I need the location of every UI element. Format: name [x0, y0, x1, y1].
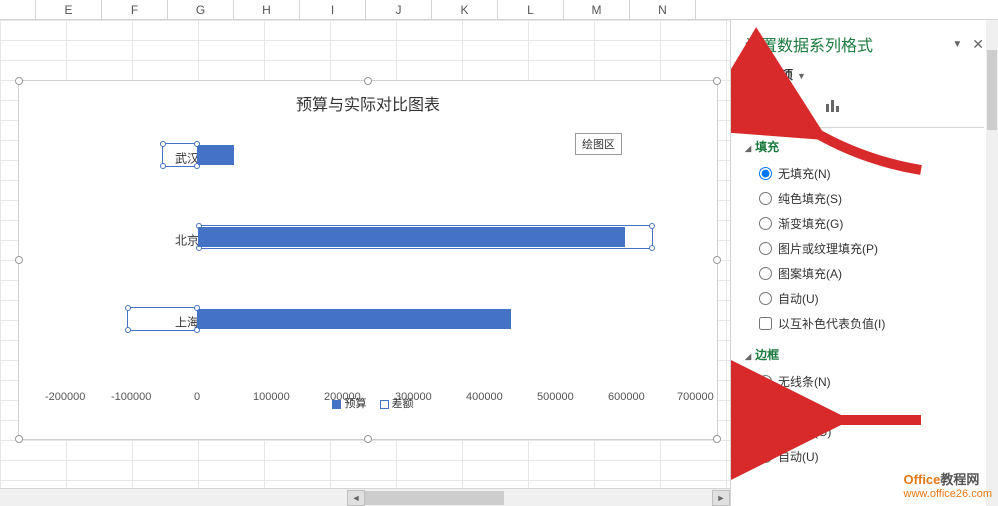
border-solid-label[interactable]: 实线(S): [778, 398, 818, 415]
col-N[interactable]: N: [630, 0, 696, 19]
worksheet-area[interactable]: 预算与实际对比图表 武汉: [0, 20, 730, 506]
resize-handle[interactable]: [364, 435, 372, 443]
xtick: 0: [194, 391, 200, 403]
fill-pattern-radio[interactable]: [759, 267, 772, 280]
panel-subtitle[interactable]: 系列选项▼: [745, 66, 984, 89]
col-K[interactable]: K: [432, 0, 498, 19]
panel-title: 设置数据系列格式: [745, 32, 873, 56]
col-E[interactable]: E: [36, 0, 102, 19]
fill-gradient-radio[interactable]: [759, 217, 772, 230]
invert-negative-label[interactable]: 以互补色代表负值(I): [778, 315, 885, 332]
resize-handle[interactable]: [15, 256, 23, 264]
border-auto-label[interactable]: 自动(U): [778, 448, 819, 465]
resize-handle[interactable]: [713, 435, 721, 443]
category-label: 北京: [149, 232, 199, 249]
col-spacer: [0, 0, 36, 19]
xtick: -100000: [111, 391, 151, 403]
col-H[interactable]: H: [234, 0, 300, 19]
fill-picture-label[interactable]: 图片或纹理填充(P): [778, 240, 878, 257]
scroll-right-button[interactable]: ►: [712, 490, 730, 506]
scroll-left-button[interactable]: ◄: [347, 490, 365, 506]
panel-dropdown-icon[interactable]: ▼: [952, 39, 962, 50]
xtick: 400000: [466, 391, 503, 403]
xtick: 500000: [537, 391, 574, 403]
border-none-label[interactable]: 无线条(N): [778, 373, 831, 390]
col-J[interactable]: J: [366, 0, 432, 19]
bar-diff-wuhan[interactable]: [162, 143, 198, 167]
fill-picture-radio[interactable]: [759, 242, 772, 255]
invert-negative-checkbox[interactable]: [759, 317, 772, 330]
xtick: 600000: [608, 391, 645, 403]
section-fill[interactable]: 填充: [745, 138, 984, 161]
fill-auto-radio[interactable]: [759, 292, 772, 305]
horizontal-scrollbar[interactable]: ◄ ►: [0, 488, 730, 506]
scroll-track[interactable]: [365, 490, 712, 506]
chart-object[interactable]: 预算与实际对比图表 武汉: [18, 80, 718, 440]
border-gradient-label[interactable]: 渐变线(G): [778, 423, 831, 440]
fill-none-label[interactable]: 无填充(N): [778, 165, 831, 182]
xtick: 300000: [395, 391, 432, 403]
section-border[interactable]: 边框: [745, 346, 984, 369]
resize-handle[interactable]: [15, 77, 23, 85]
scroll-thumb[interactable]: [365, 491, 504, 505]
bar-budget-beijing[interactable]: [198, 227, 625, 247]
chart-title[interactable]: 预算与实际对比图表: [19, 81, 717, 121]
col-I[interactable]: I: [300, 0, 366, 19]
border-none-radio[interactable]: [759, 375, 772, 388]
fill-auto-label[interactable]: 自动(U): [778, 290, 819, 307]
fill-none-radio[interactable]: [759, 167, 772, 180]
border-solid-radio[interactable]: [759, 400, 772, 413]
resize-handle[interactable]: [713, 256, 721, 264]
resize-handle[interactable]: [364, 77, 372, 85]
resize-handle[interactable]: [713, 77, 721, 85]
fill-pattern-label[interactable]: 图案填充(A): [778, 265, 842, 282]
xtick: 700000: [677, 391, 714, 403]
col-G[interactable]: G: [168, 0, 234, 19]
watermark: Office教程网 www.office26.com: [904, 469, 992, 500]
column-headers: E F G H I J K L M N: [0, 0, 998, 20]
bar-diff-shanghai[interactable]: [127, 307, 198, 331]
border-auto-radio[interactable]: [759, 450, 772, 463]
border-gradient-radio[interactable]: [759, 425, 772, 438]
col-L[interactable]: L: [498, 0, 564, 19]
close-icon[interactable]: ✕: [972, 36, 984, 53]
effects-icon[interactable]: [783, 93, 807, 117]
xtick: -200000: [45, 391, 85, 403]
col-M[interactable]: M: [564, 0, 630, 19]
format-pane: 设置数据系列格式 ▼ ✕ 系列选项▼ 填充 无填充(N) 纯色填充(S) 渐变填…: [730, 20, 998, 506]
xtick: 200000: [324, 391, 361, 403]
col-F[interactable]: F: [102, 0, 168, 19]
fill-gradient-label[interactable]: 渐变填充(G): [778, 215, 843, 232]
fill-solid-radio[interactable]: [759, 192, 772, 205]
panel-scrollbar[interactable]: [986, 20, 998, 506]
legend-swatch-diff: [380, 400, 389, 409]
bar-budget-shanghai[interactable]: [198, 309, 511, 329]
bar-budget-wuhan[interactable]: [198, 145, 234, 165]
fill-solid-label[interactable]: 纯色填充(S): [778, 190, 842, 207]
scrollbar-thumb[interactable]: [987, 50, 997, 130]
fill-line-icon[interactable]: [745, 93, 769, 117]
xtick: 100000: [253, 391, 290, 403]
series-options-icon[interactable]: [821, 93, 845, 117]
resize-handle[interactable]: [15, 435, 23, 443]
plot-area[interactable]: 武汉 北京: [49, 121, 687, 391]
chart-tooltip: 绘图区: [575, 133, 622, 155]
